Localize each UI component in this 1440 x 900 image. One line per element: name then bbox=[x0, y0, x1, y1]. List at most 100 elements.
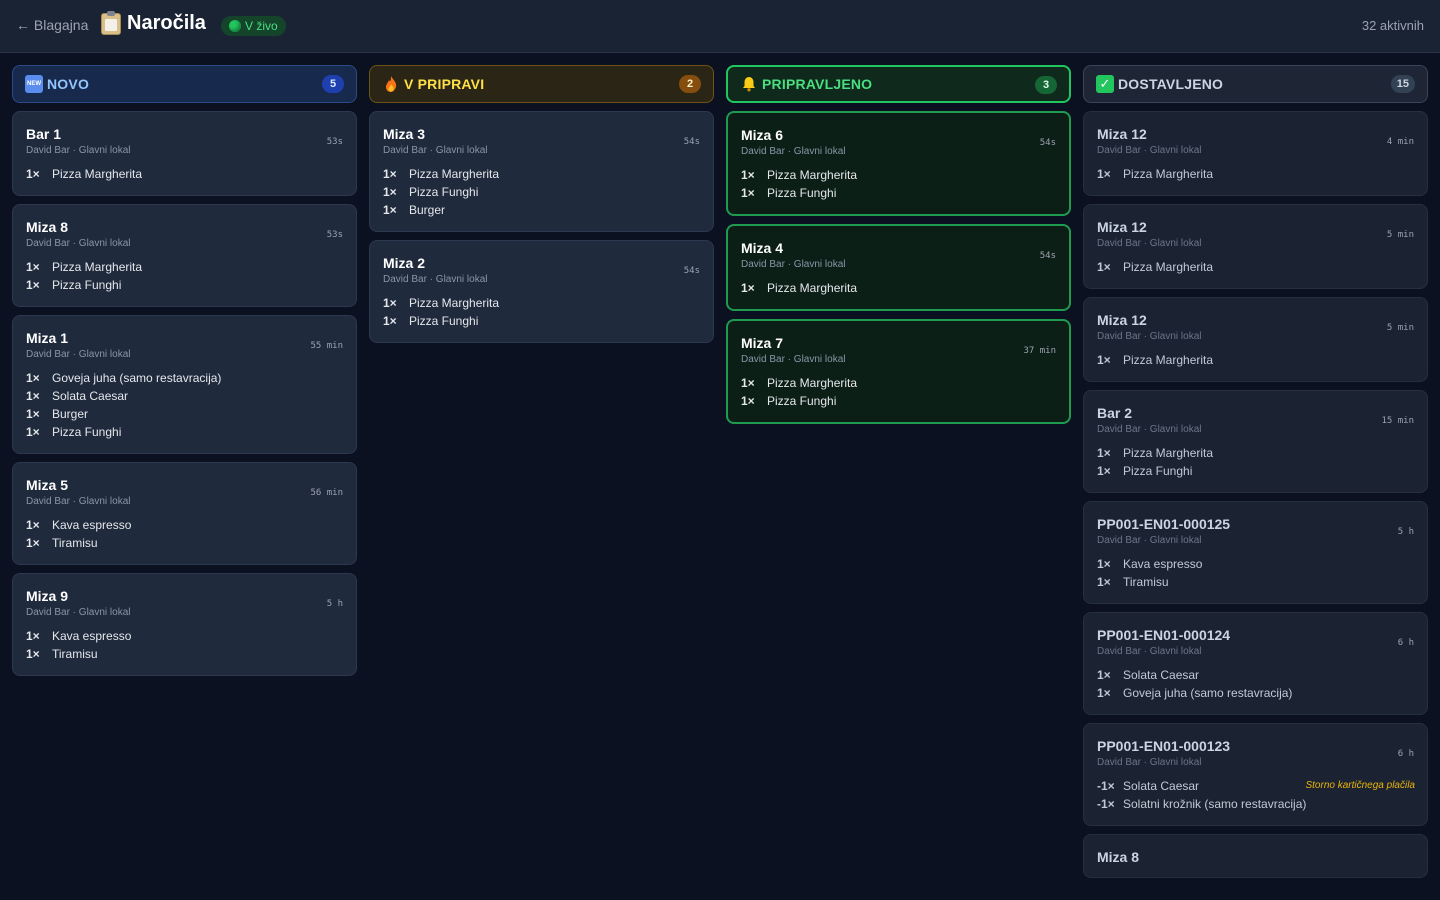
order-card[interactable]: Miza 12 David Bar · Glavni lokal 5 min 1× Pi… bbox=[1083, 204, 1428, 289]
item-quantity: 1× bbox=[741, 281, 755, 295]
item-name: Pizza Funghi bbox=[767, 186, 837, 200]
item-name: Pizza Funghi bbox=[409, 185, 479, 199]
item-name: Pizza Margherita bbox=[1123, 353, 1214, 367]
order-card[interactable]: Bar 1 David Bar · Glavni lokal 53s 1× Pizza … bbox=[12, 111, 357, 196]
item-quantity: 1× bbox=[741, 168, 755, 182]
item-quantity: 1× bbox=[383, 185, 397, 199]
item-quantity: 1× bbox=[741, 376, 755, 390]
item-name: Pizza Margherita bbox=[52, 260, 143, 274]
order-title: PP001-EN01-000124 bbox=[1097, 627, 1231, 643]
order-title: Miza 4 bbox=[741, 240, 784, 256]
item-name: Kava espresso bbox=[52, 629, 132, 643]
item-name: Pizza Margherita bbox=[767, 376, 858, 390]
order-title: Miza 9 bbox=[26, 588, 69, 604]
order-elapsed-time: 6 h bbox=[1397, 749, 1414, 759]
order-card[interactable]: PP001-EN01-000123 David Bar · Glavni loka… bbox=[1083, 723, 1428, 826]
order-item: 1× Pizza Margherita bbox=[1097, 444, 1414, 462]
order-location: David Bar · Glavni lokal bbox=[383, 274, 488, 285]
item-name: Solata Caesar bbox=[52, 389, 129, 403]
order-title: Miza 3 bbox=[383, 126, 426, 142]
order-card[interactable]: Miza 7 David Bar · Glavni lokal 37 min 1× Pi… bbox=[726, 319, 1071, 424]
order-card[interactable]: Miza 8 David Bar · Glavni lokal 53s 1× Pizza… bbox=[12, 204, 357, 307]
item-name: Pizza Margherita bbox=[1123, 260, 1214, 274]
order-card[interactable]: Miza 5 David Bar · Glavni lokal 56 min 1× Ka… bbox=[12, 462, 357, 565]
order-item: 1× Pizza Margherita bbox=[383, 294, 700, 312]
clipboard-icon bbox=[101, 10, 121, 35]
item-name: Pizza Margherita bbox=[409, 296, 500, 310]
order-card[interactable]: Miza 6 David Bar · Glavni lokal 54s 1× Pizza… bbox=[726, 111, 1071, 216]
item-name: Pizza Margherita bbox=[1123, 446, 1214, 460]
order-location: David Bar · Glavni lokal bbox=[26, 145, 131, 156]
order-items: 1× Solata Caesar 1× Goveja juha (samo resta… bbox=[1097, 666, 1414, 702]
order-title: PP001-EN01-000123 bbox=[1097, 738, 1231, 754]
item-quantity: 1× bbox=[1097, 167, 1111, 181]
order-item: 1× Pizza Funghi bbox=[383, 183, 700, 201]
bell-icon bbox=[740, 75, 758, 93]
order-title: Bar 1 bbox=[26, 126, 62, 142]
order-location: David Bar · Glavni lokal bbox=[383, 145, 488, 156]
order-card[interactable]: Miza 4 David Bar · Glavni lokal 54s 1× Pizza… bbox=[726, 224, 1071, 311]
order-item: 1× Pizza Funghi bbox=[1097, 462, 1414, 480]
order-card[interactable]: Miza 12 David Bar · Glavni lokal 4 min 1× Pi… bbox=[1083, 111, 1428, 196]
order-location: David Bar · Glavni lokal bbox=[1097, 757, 1202, 768]
order-card[interactable]: Miza 2 David Bar · Glavni lokal 54s 1× Pizza… bbox=[369, 240, 714, 343]
order-item: 1× Pizza Funghi bbox=[26, 423, 343, 441]
order-card[interactable]: Miza 12 David Bar · Glavni lokal 5 min 1× Pi… bbox=[1083, 297, 1428, 382]
order-location: David Bar · Glavni lokal bbox=[1097, 145, 1202, 156]
order-item: 1× Goveja juha (samo restavracija) bbox=[1097, 684, 1414, 702]
order-item: 1× Pizza Funghi bbox=[26, 276, 343, 294]
item-quantity: 1× bbox=[1097, 260, 1111, 274]
active-orders-count: 32 aktivnih bbox=[1361, 18, 1424, 33]
order-card[interactable]: Miza 8 bbox=[1083, 834, 1428, 878]
item-quantity: 1× bbox=[383, 203, 397, 217]
order-title: PP001-EN01-000125 bbox=[1097, 516, 1231, 532]
item-quantity: 1× bbox=[26, 389, 40, 403]
order-location: David Bar · Glavni lokal bbox=[26, 496, 131, 507]
item-name: Pizza Margherita bbox=[409, 167, 500, 181]
order-item: 1× Burger bbox=[26, 405, 343, 423]
item-name: Solata Caesar bbox=[1123, 668, 1200, 682]
order-item: 1× Solata Caesar bbox=[1097, 666, 1414, 684]
item-quantity: 1× bbox=[1097, 686, 1111, 700]
item-quantity: 1× bbox=[383, 296, 397, 310]
order-list: Bar 1 David Bar · Glavni lokal 53s 1× Pizza … bbox=[12, 111, 357, 676]
order-card[interactable]: Miza 3 David Bar · Glavni lokal 54s 1× Pizza… bbox=[369, 111, 714, 232]
order-elapsed-time: 37 min bbox=[1023, 346, 1056, 356]
live-label: V živo bbox=[245, 19, 278, 33]
item-quantity: -1× bbox=[1097, 779, 1115, 793]
column-header-new: NEW NOVO 5 bbox=[12, 65, 357, 103]
order-item: 1× Goveja juha (samo restavracija) bbox=[26, 369, 343, 387]
order-item: 1× Pizza Margherita bbox=[26, 165, 343, 183]
item-quantity: 1× bbox=[26, 629, 40, 643]
order-items: -1× Solata Caesar Storno kartičnega plačil… bbox=[1097, 777, 1415, 813]
order-card[interactable]: PP001-EN01-000125 David Bar · Glavni loka… bbox=[1083, 501, 1428, 604]
item-name: Pizza Funghi bbox=[409, 314, 479, 328]
order-items: 1× Kava espresso 1× Tiramisu bbox=[26, 516, 343, 552]
order-card[interactable]: PP001-EN01-000124 David Bar · Glavni loka… bbox=[1083, 612, 1428, 715]
item-quantity: 1× bbox=[1097, 668, 1111, 682]
item-quantity: -1× bbox=[1097, 797, 1115, 811]
order-title: Miza 7 bbox=[741, 335, 784, 351]
order-items: 1× Goveja juha (samo restavracija) 1× Solat… bbox=[26, 369, 343, 441]
order-elapsed-time: 54s bbox=[1039, 138, 1056, 148]
order-elapsed-time: 54s bbox=[1039, 251, 1056, 261]
order-item: -1× Solata Caesar Storno kartičnega plačil… bbox=[1097, 777, 1415, 795]
item-name: Kava espresso bbox=[1123, 557, 1203, 571]
order-card[interactable]: Miza 1 David Bar · Glavni lokal 55 min 1× Go… bbox=[12, 315, 357, 454]
order-card[interactable]: Miza 9 David Bar · Glavni lokal 5 h 1× Kava … bbox=[12, 573, 357, 676]
order-items: 1× Pizza Margherita 1× Pizza Funghi bbox=[383, 294, 700, 330]
order-card[interactable]: Bar 2 David Bar · Glavni lokal 15 min 1× Piz… bbox=[1083, 390, 1428, 493]
order-elapsed-time: 6 h bbox=[1397, 638, 1414, 648]
back-to-register-link[interactable]: ← Blagajna bbox=[16, 17, 88, 33]
order-elapsed-time: 53s bbox=[326, 230, 343, 240]
order-item: 1× Pizza Funghi bbox=[383, 312, 700, 330]
order-item: -1× Solatni krožnik (samo restavracija) bbox=[1097, 795, 1414, 813]
item-quantity: 1× bbox=[26, 167, 40, 181]
order-items: 1× Pizza Margherita bbox=[1097, 165, 1414, 183]
order-elapsed-time: 5 h bbox=[326, 599, 343, 609]
order-location: David Bar · Glavni lokal bbox=[1097, 535, 1202, 546]
item-quantity: 1× bbox=[1097, 464, 1111, 478]
order-items: 1× Pizza Margherita 1× Pizza Funghi bbox=[1097, 444, 1414, 480]
item-quantity: 1× bbox=[26, 518, 40, 532]
order-item: 1× Tiramisu bbox=[26, 534, 343, 552]
